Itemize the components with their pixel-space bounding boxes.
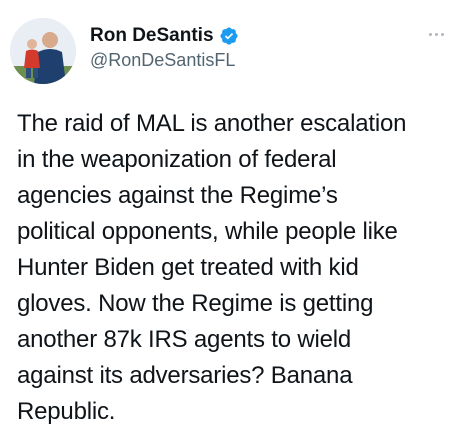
more-dot-icon bbox=[428, 32, 432, 36]
more-dot-icon bbox=[434, 32, 438, 36]
avatar-photo-icon bbox=[10, 18, 76, 84]
tweet-text-line: Republic. bbox=[17, 398, 116, 424]
tweet-text-line: in the weaponization of federal bbox=[17, 146, 337, 173]
author-display-name[interactable]: Ron DeSantis bbox=[90, 25, 214, 47]
author-avatar[interactable] bbox=[10, 18, 76, 84]
author-name-row: Ron DeSantis bbox=[90, 24, 390, 48]
tweet-text-line: agencies against the Regime’s bbox=[17, 182, 338, 209]
author-identity: Ron DeSantis @RonDeSantisFL bbox=[90, 24, 390, 71]
tweet-text-line: Hunter Biden get treated with kid bbox=[17, 254, 359, 281]
tweet-text-line: another 87k IRS agents to wield bbox=[17, 326, 352, 353]
tweet-card: Ron DeSantis @RonDeSantisFL The raid of … bbox=[0, 0, 460, 424]
tweet-text-line: political opponents, while people like bbox=[17, 218, 398, 245]
verified-badge-icon bbox=[219, 26, 239, 46]
tweet-text-line: gloves. Now the Regime is getting bbox=[17, 290, 374, 317]
tweet-text-line: against its adversaries? Banana bbox=[17, 362, 353, 389]
tweet-text: The raid of MAL is another escalation in… bbox=[17, 106, 447, 424]
more-options-button[interactable] bbox=[424, 28, 448, 40]
more-dot-icon bbox=[440, 32, 444, 36]
tweet-header: Ron DeSantis @RonDeSantisFL bbox=[10, 10, 450, 84]
author-handle[interactable]: @RonDeSantisFL bbox=[90, 50, 390, 71]
tweet-text-line: The raid of MAL is another escalation bbox=[17, 110, 407, 137]
